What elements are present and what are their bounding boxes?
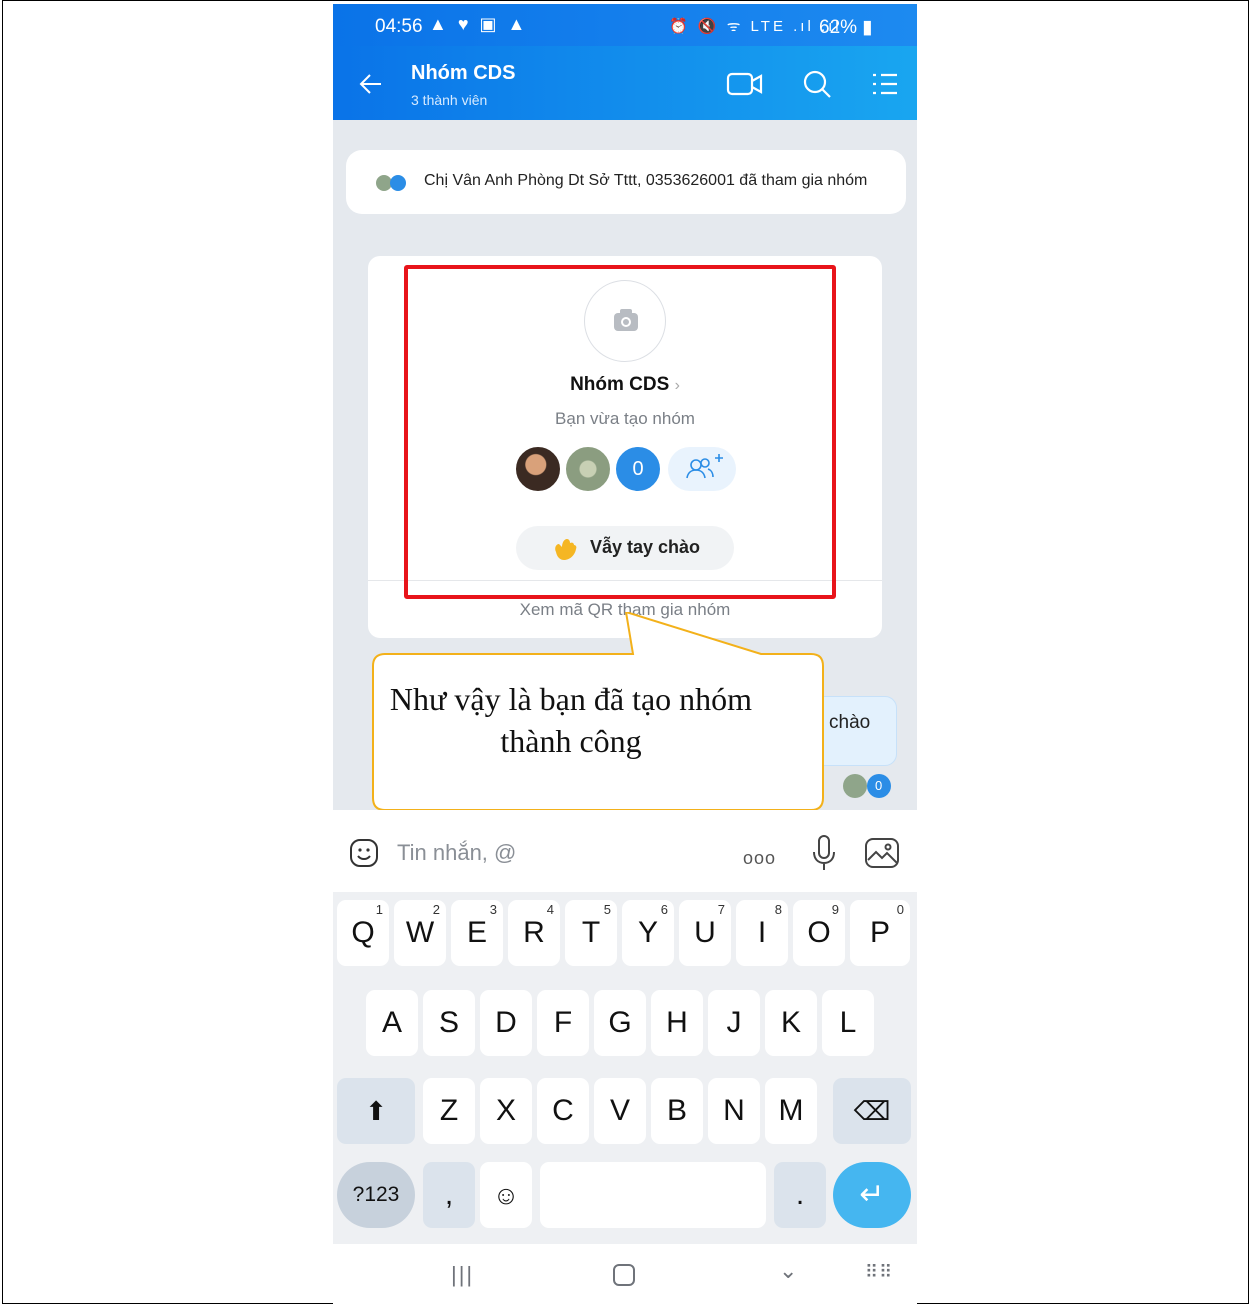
recent-apps-button[interactable]: ||| [451, 1262, 474, 1288]
key-v[interactable]: V [594, 1078, 646, 1144]
key-i[interactable]: I8 [736, 900, 788, 966]
key-h[interactable]: H [651, 990, 703, 1056]
chat-area[interactable]: Chị Vân Anh Phòng Dt Sở Tttt, 0353626001… [333, 120, 917, 811]
microphone-icon[interactable] [811, 834, 837, 872]
key-f[interactable]: F [537, 990, 589, 1056]
member-avatars-small [376, 175, 406, 191]
image-gallery-icon[interactable] [863, 836, 901, 870]
key-w[interactable]: W2 [394, 900, 446, 966]
search-icon[interactable] [799, 66, 835, 102]
status-bar: 04:56 ▲ ♥ ▣ ▲ ⏰ 🔇 ᯤ LTE .ıl .ıl 62% ▮ [333, 4, 917, 46]
key-m[interactable]: M [765, 1078, 817, 1144]
home-button[interactable] [613, 1264, 635, 1286]
more-options-icon[interactable]: ooo [743, 848, 776, 869]
key-e[interactable]: E3 [451, 900, 503, 966]
key-g[interactable]: G [594, 990, 646, 1056]
key-s[interactable]: S [423, 990, 475, 1056]
key-j[interactable]: J [708, 990, 760, 1056]
key-o[interactable]: O9 [793, 900, 845, 966]
key-q[interactable]: Q1 [337, 900, 389, 966]
notification-icons: ▲ ♥ ▣ ▲ [429, 14, 529, 34]
battery-level: 62% ▮ [819, 17, 873, 38]
key-k[interactable]: K [765, 990, 817, 1056]
key-n[interactable]: N [708, 1078, 760, 1144]
join-notice-text: Chị Vân Anh Phòng Dt Sở Tttt, 0353626001… [424, 172, 868, 189]
message-text: chào [829, 712, 871, 733]
key-d[interactable]: D [480, 990, 532, 1056]
shift-key[interactable]: ⬆ [337, 1078, 415, 1144]
callout-text: Như vậy là bạn đã tạo nhóm thành công [389, 681, 753, 759]
key-l[interactable]: L [822, 990, 874, 1056]
video-call-icon[interactable] [725, 66, 763, 102]
key-u[interactable]: U7 [679, 900, 731, 966]
sticker-icon[interactable] [347, 836, 381, 870]
keyboard-switch-button[interactable]: ⠿⠿ [865, 1262, 893, 1283]
signal-icons: ⏰ 🔇 ᯤ LTE .ıl .ıl [669, 18, 842, 35]
space-key[interactable] [540, 1162, 766, 1228]
key-c[interactable]: C [537, 1078, 589, 1144]
message-input-bar: Tin nhắn, @ ooo [333, 810, 917, 892]
symbols-key[interactable]: ?123 [337, 1162, 415, 1228]
highlight-box [404, 265, 836, 599]
key-y[interactable]: Y6 [622, 900, 674, 966]
member-count: 3 thành viên [411, 92, 488, 108]
key-p[interactable]: P0 [850, 900, 910, 966]
key-r[interactable]: R4 [508, 900, 560, 966]
onscreen-keyboard: Q1 W2 E3 R4 T5 Y6 U7 I8 O9 P0 A S D F G … [333, 892, 917, 1244]
key-a[interactable]: A [366, 990, 418, 1056]
seen-badge: 0 [875, 778, 883, 793]
key-z[interactable]: Z [423, 1078, 475, 1144]
menu-list-icon[interactable] [867, 66, 903, 102]
backspace-key[interactable]: ⌫ [833, 1078, 911, 1144]
back-nav-button[interactable]: ⌄ [779, 1258, 797, 1284]
phone-screen: 04:56 ▲ ♥ ▣ ▲ ⏰ 🔇 ᯤ LTE .ıl .ıl 62% ▮ Nh… [333, 4, 917, 1304]
key-t[interactable]: T5 [565, 900, 617, 966]
comma-key[interactable]: , [423, 1162, 475, 1228]
message-input[interactable]: Tin nhắn, @ [397, 840, 516, 866]
seen-indicator: 0 [839, 772, 897, 800]
emoji-key[interactable]: ☺ [480, 1162, 532, 1228]
battery-icon: ▮ [857, 17, 873, 38]
enter-key[interactable]: ↵ [833, 1162, 911, 1228]
status-time: 04:56 [375, 16, 423, 37]
key-b[interactable]: B [651, 1078, 703, 1144]
chat-header: Nhóm CDS 3 thành viên [333, 46, 917, 120]
chat-title[interactable]: Nhóm CDS [411, 62, 515, 85]
period-key[interactable]: . [774, 1162, 826, 1228]
back-icon[interactable] [357, 70, 385, 103]
key-x[interactable]: X [480, 1078, 532, 1144]
system-nav-bar: ||| ⌄ ⠿⠿ [333, 1244, 917, 1304]
join-notice: Chị Vân Anh Phòng Dt Sở Tttt, 0353626001… [346, 150, 906, 214]
